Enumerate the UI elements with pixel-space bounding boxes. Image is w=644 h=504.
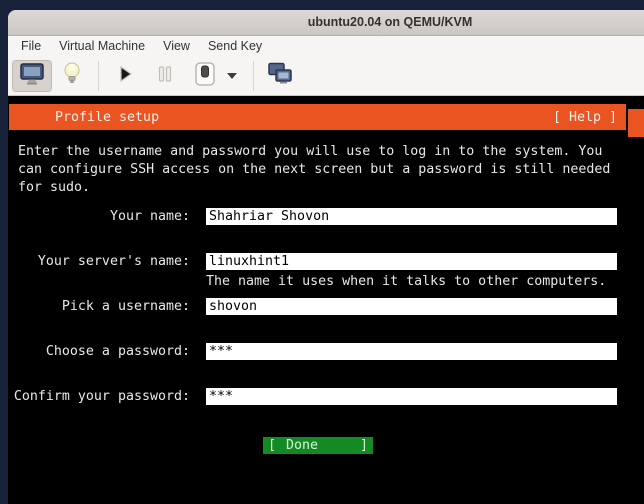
window-title: ubuntu20.04 on QEMU/KVM	[307, 15, 473, 29]
pause-icon	[156, 65, 174, 88]
password-label: Choose a password:	[45, 344, 190, 359]
password-input[interactable]: ***	[206, 343, 617, 360]
field-row-username: Pick a username: shovon	[8, 298, 617, 315]
toolbar-separator	[98, 61, 99, 91]
play-icon	[115, 64, 135, 89]
console-view-button[interactable]	[12, 60, 52, 92]
power-switch-icon	[193, 61, 217, 92]
username-label: Pick a username:	[61, 299, 190, 314]
run-button[interactable]	[105, 60, 145, 92]
confirm-password-label: Confirm your password:	[13, 389, 190, 404]
shutdown-button[interactable]	[185, 60, 225, 92]
field-row-your-name: Your name: Shahriar Shovon	[8, 208, 617, 225]
menu-send-key[interactable]: Send Key	[199, 36, 271, 57]
menu-view[interactable]: View	[154, 36, 199, 57]
toolbar	[8, 57, 644, 96]
server-name-label: Your server's name:	[37, 254, 190, 269]
done-button-label: Done	[286, 438, 319, 453]
menu-virtual-machine[interactable]: Virtual Machine	[50, 36, 154, 57]
page-title: Profile setup	[55, 109, 160, 125]
confirm-password-input[interactable]: ***	[206, 388, 617, 405]
lightbulb-icon	[63, 61, 81, 92]
installer-header: Profile setup [ Help ]	[9, 104, 626, 130]
help-button[interactable]: [ Help ]	[553, 110, 617, 125]
hardware-details-button[interactable]	[52, 60, 92, 92]
fullscreen-button[interactable]	[260, 60, 300, 92]
pause-button[interactable]	[145, 60, 185, 92]
menu-file[interactable]: File	[12, 36, 50, 57]
shutdown-menu-caret-icon[interactable]	[227, 73, 237, 79]
dual-monitor-icon	[267, 62, 293, 91]
done-bracket-open: [	[268, 438, 277, 453]
field-row-confirm-password: Confirm your password: ***	[8, 388, 617, 405]
your-name-label: Your name:	[109, 209, 190, 224]
field-row-password: Choose a password: ***	[8, 343, 617, 360]
done-bracket-close: ]	[359, 438, 368, 453]
server-name-input[interactable]: linuxhint1	[206, 253, 617, 270]
vm-console-screen[interactable]: Profile setup [ Help ] Enter the usernam…	[8, 96, 644, 504]
username-input[interactable]: shovon	[206, 298, 617, 315]
monitor-icon	[19, 62, 45, 90]
menubar: File Virtual Machine View Send Key	[8, 36, 644, 57]
vm-viewer-window: ubuntu20.04 on QEMU/KVM File Virtual Mac…	[8, 10, 644, 504]
description-text: Enter the username and password you will…	[18, 144, 611, 195]
titlebar[interactable]: ubuntu20.04 on QEMU/KVM	[8, 10, 644, 36]
your-name-input[interactable]: Shahriar Shovon	[206, 208, 617, 225]
toolbar-separator	[253, 61, 254, 91]
header-overflow-notch	[628, 109, 644, 137]
server-name-helper-text: The name it uses when it talks to other …	[206, 274, 607, 289]
done-button[interactable]: [ Done ]	[263, 437, 373, 454]
field-row-server-name: Your server's name: linuxhint1	[8, 253, 617, 270]
